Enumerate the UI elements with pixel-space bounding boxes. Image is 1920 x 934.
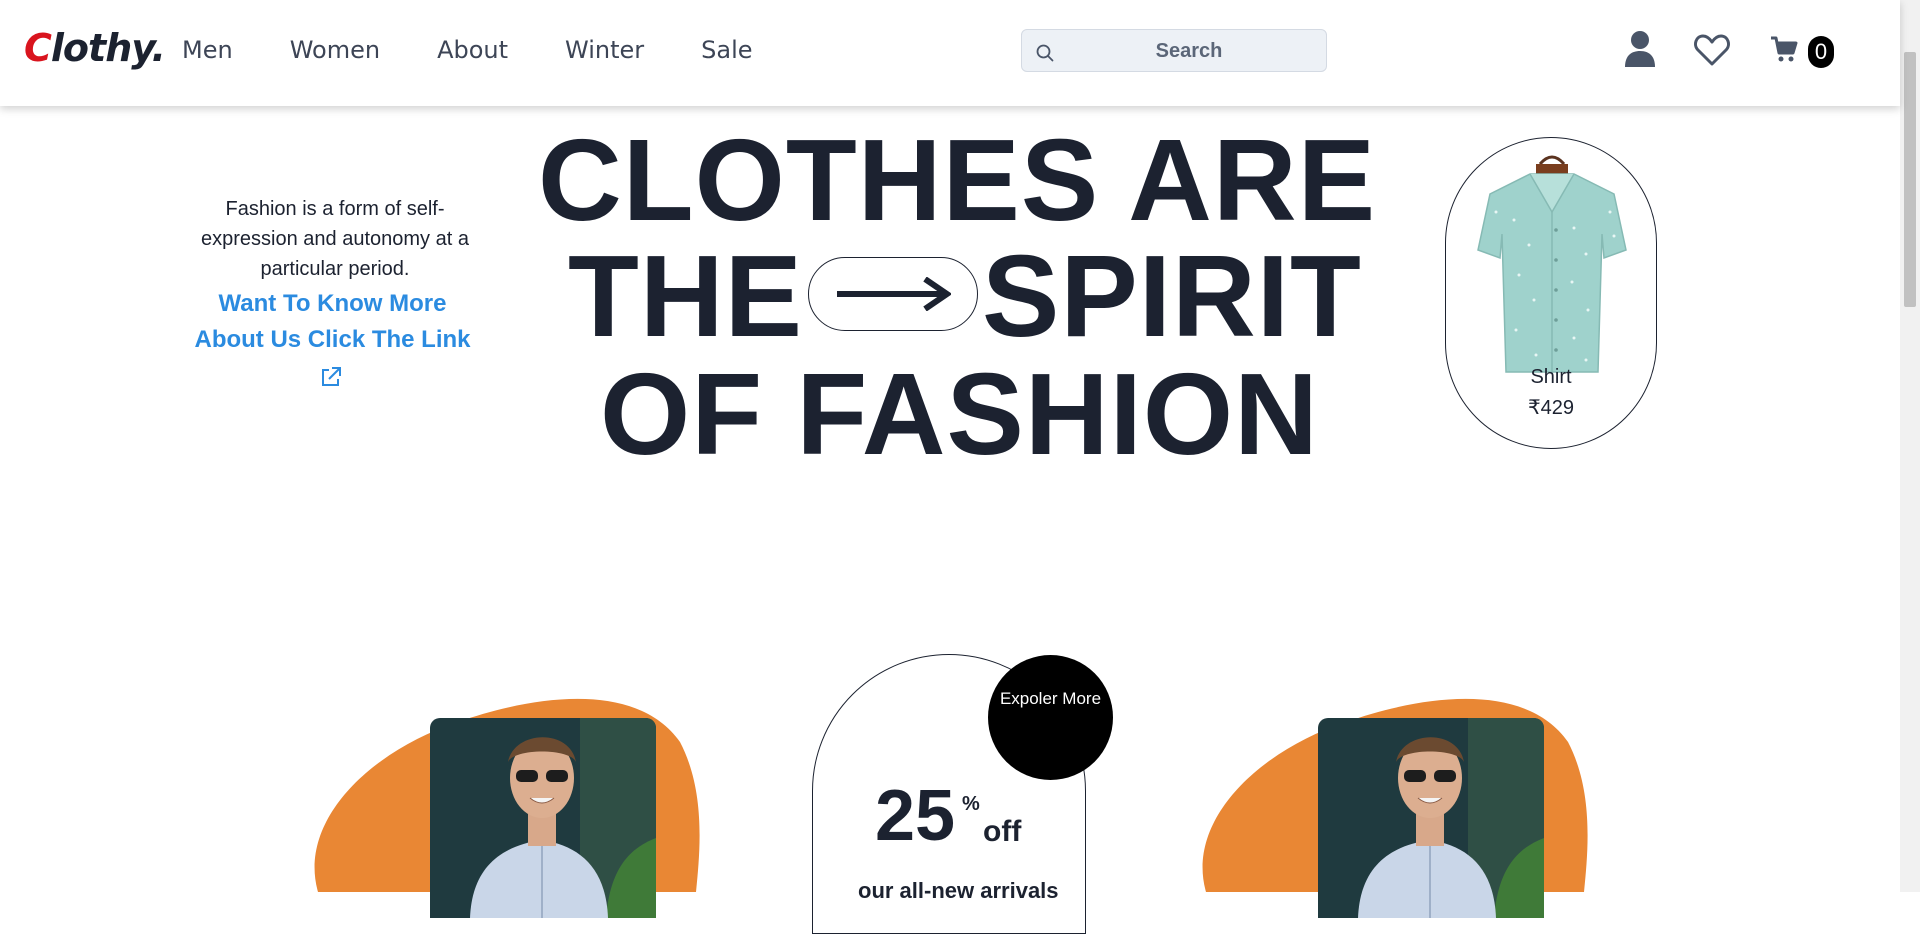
model-photo-left[interactable] <box>430 718 656 918</box>
product-price: ₹429 <box>1527 397 1575 419</box>
hero-heading-word-the: THE <box>568 231 803 361</box>
search-icon <box>1036 44 1054 62</box>
model-image <box>1318 718 1544 918</box>
nav-sale[interactable]: Sale <box>701 36 752 64</box>
nav-women[interactable]: Women <box>290 36 380 64</box>
logo-text: lothy. <box>50 26 166 70</box>
search-box[interactable] <box>1021 29 1327 73</box>
nav-men[interactable]: Men <box>182 36 233 64</box>
shirt-image <box>1477 155 1627 373</box>
logo-initial: C <box>24 26 52 70</box>
explore-more-button[interactable]: Expoler More <box>988 655 1113 780</box>
about-link-line1: Want To Know More <box>218 290 447 317</box>
discount-off-label: off <box>983 815 1022 848</box>
arrow-right-icon <box>837 277 951 311</box>
cart-icon[interactable] <box>1770 36 1798 64</box>
hero-heading-word-spirit: SPIRIT <box>982 231 1362 361</box>
product-name: Shirt <box>1530 366 1572 388</box>
nav-winter[interactable]: Winter <box>565 36 644 64</box>
about-us-link[interactable]: Want To Know More About Us Click The Lin… <box>180 286 485 358</box>
hero-arrow-pill[interactable] <box>808 257 978 331</box>
nav-about[interactable]: About <box>437 36 508 64</box>
cart-count-badge: 0 <box>1808 36 1834 68</box>
site-header: Clothy. Men Women About Winter Sale 0 <box>0 0 1900 106</box>
discount-percent-sign: % <box>962 793 980 815</box>
hero-intro-text: Fashion is a form of self-expression and… <box>201 198 469 280</box>
about-link-line2: About Us Click The Link <box>194 326 471 353</box>
model-photo-right[interactable] <box>1318 718 1544 918</box>
search-input[interactable] <box>1062 30 1316 73</box>
main-nav: Men Women About Winter Sale <box>182 36 810 64</box>
discount-value: 25 <box>875 776 956 856</box>
hero-heading-line1: CLOTHES ARE <box>538 115 1377 245</box>
external-link-icon[interactable] <box>320 366 342 388</box>
user-icon[interactable] <box>1624 30 1656 68</box>
discount-subtitle: our all-new arrivals <box>858 878 1059 903</box>
heart-icon[interactable] <box>1694 34 1730 66</box>
brand-logo[interactable]: Clothy. <box>24 26 166 70</box>
model-image <box>430 718 656 918</box>
hero-heading-line3: OF FASHION <box>600 349 1319 479</box>
scrollbar-thumb[interactable] <box>1904 52 1916 307</box>
